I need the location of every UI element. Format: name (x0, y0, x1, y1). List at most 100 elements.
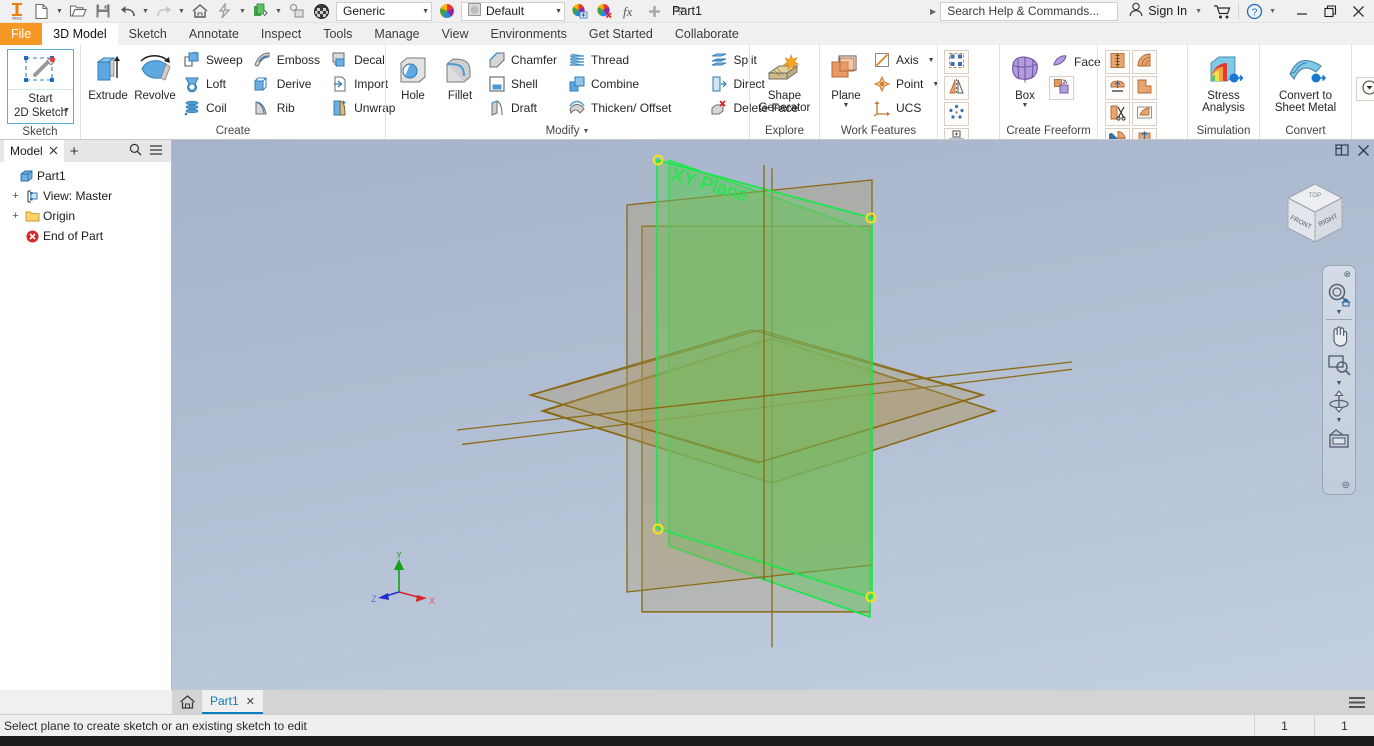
sign-in-dropdown-icon[interactable]: ▼ (1191, 8, 1210, 15)
tab-file[interactable]: File (0, 23, 43, 45)
surface-sculpt-button[interactable] (1132, 50, 1157, 74)
derive-button[interactable]: Derive (250, 72, 326, 96)
combine-button[interactable]: Combine (564, 72, 677, 96)
chamfer-button[interactable]: Chamfer (484, 48, 563, 72)
minimize-small-icon[interactable]: ⊜ (1342, 480, 1350, 491)
emboss-button[interactable]: Emboss (250, 48, 326, 72)
close-small-icon[interactable]: ⊗ (1343, 269, 1351, 280)
extrude-button[interactable]: Extrude (85, 48, 131, 105)
document-tabs-menu-button[interactable] (1348, 690, 1374, 714)
adjust-appearance-button[interactable] (567, 1, 592, 22)
view-cube[interactable]: FRONT RIGHT TOP (1278, 178, 1352, 252)
clear-appearance-button[interactable] (592, 1, 617, 22)
appearance-combo[interactable]: Default ▼ (461, 1, 565, 21)
close-icon[interactable]: ✕ (246, 695, 255, 708)
close-icon[interactable] (49, 144, 58, 158)
ucs-button[interactable]: UCS (869, 96, 945, 120)
tree-node-view-master[interactable]: + View: Master (4, 186, 171, 206)
revolve-button[interactable]: Revolve (132, 48, 178, 105)
open-file-button[interactable] (65, 1, 90, 22)
tab-inspect[interactable]: Inspect (250, 23, 312, 45)
freeform-convert-button[interactable] (1049, 76, 1074, 100)
zoom-dropdown-icon[interactable]: ▼ (1336, 308, 1343, 317)
draft-button[interactable]: Draft (484, 96, 563, 120)
restore-button[interactable] (1316, 0, 1344, 23)
convert-sheet-metal-button[interactable]: Convert to Sheet Metal (1263, 48, 1349, 116)
new-file-button[interactable] (29, 1, 54, 22)
tab-tools[interactable]: Tools (312, 23, 363, 45)
close-button[interactable] (1344, 0, 1372, 23)
sign-in-button[interactable]: Sign In (1124, 2, 1191, 20)
tab-annotate[interactable]: Annotate (178, 23, 250, 45)
tab-3d-model[interactable]: 3D Model (42, 23, 118, 45)
tab-collaborate[interactable]: Collaborate (664, 23, 750, 45)
new-file-dropdown-icon[interactable]: ▼ (54, 1, 65, 22)
surface-extend-button[interactable] (1132, 76, 1157, 100)
zoom-home-button[interactable] (1324, 281, 1354, 307)
rectangular-pattern-button[interactable] (944, 50, 969, 74)
panel-overflow-button[interactable] (1356, 77, 1374, 101)
home-tab-button[interactable] (172, 690, 202, 714)
graphics-viewport[interactable]: XY Plane Y X Z FRONT RIGHT TOP ⊗ ▼ ▼ ▼ ⊜ (172, 140, 1374, 690)
document-tab-part1[interactable]: Part1 ✕ (202, 690, 263, 714)
origin-planes-overlay[interactable]: XY Plane (172, 140, 1374, 682)
home-button[interactable] (187, 1, 212, 22)
surface-ruled-button[interactable] (1105, 128, 1130, 139)
help-button[interactable]: ? (1242, 1, 1267, 22)
undo-dropdown-icon[interactable]: ▼ (140, 1, 151, 22)
update-button[interactable] (248, 1, 273, 22)
update-dropdown-icon[interactable]: ▼ (273, 1, 284, 22)
chevron-down-icon[interactable]: ▼ (928, 57, 935, 64)
return-button[interactable] (212, 1, 237, 22)
sketch-driven-pattern-button[interactable] (944, 128, 969, 139)
select-priority-button[interactable] (284, 1, 309, 22)
tab-get-started[interactable]: Get Started (578, 23, 664, 45)
tab-environments[interactable]: Environments (479, 23, 577, 45)
material-combo[interactable]: Generic ▼ (336, 1, 432, 21)
freeform-box-button[interactable]: Box ▼ (1004, 48, 1046, 111)
add-browser-tab-button[interactable]: + (64, 144, 85, 159)
tab-sketch[interactable]: Sketch (118, 23, 178, 45)
mirror-button[interactable] (944, 76, 969, 100)
chevron-down-icon[interactable]: ▼ (1022, 102, 1029, 109)
surface-trim-button[interactable] (1105, 102, 1130, 126)
browser-tab-model[interactable]: Model (4, 140, 64, 162)
zoom-window-dropdown-icon[interactable]: ▼ (1336, 379, 1343, 388)
pan-hand-button[interactable] (1324, 322, 1354, 348)
surface-stitch-button[interactable] (1105, 50, 1130, 74)
tab-manage[interactable]: Manage (363, 23, 430, 45)
tab-view[interactable]: View (431, 23, 480, 45)
hole-button[interactable]: Hole (390, 48, 436, 105)
return-dropdown-icon[interactable]: ▼ (237, 1, 248, 22)
zoom-window-button[interactable] (1324, 352, 1354, 378)
coil-button[interactable]: Coil (179, 96, 249, 120)
search-input[interactable]: Search Help & Commands... (940, 1, 1119, 21)
undo-button[interactable] (115, 1, 140, 22)
orbit-button[interactable] (1324, 389, 1354, 415)
stress-analysis-button[interactable]: Stress Analysis (1191, 48, 1257, 116)
thicken-offset-button[interactable]: Thicken/ Offset (564, 96, 677, 120)
color-wheel-button[interactable] (434, 1, 459, 22)
save-button[interactable] (90, 1, 115, 22)
shape-generator-button[interactable]: Shape Generator (753, 48, 817, 116)
start-2d-sketch-button[interactable]: Start 2D Sketch ▼ (7, 49, 74, 124)
tree-node-part1[interactable]: Part1 (4, 166, 171, 186)
shell-button[interactable]: Shell (484, 72, 563, 96)
expand-icon[interactable]: + (10, 210, 21, 222)
chevron-down-icon[interactable]: ▼ (843, 102, 850, 109)
checker-sphere-button[interactable] (309, 1, 334, 22)
redo-dropdown-icon[interactable]: ▼ (176, 1, 187, 22)
look-at-button[interactable] (1324, 426, 1354, 452)
rib-button[interactable]: Rib (250, 96, 326, 120)
tree-node-origin[interactable]: + Origin (4, 206, 171, 226)
tree-node-end-of-part[interactable]: End of Part (4, 226, 171, 246)
work-point-button[interactable]: Point ▼ (869, 72, 945, 96)
search-icon[interactable] (129, 143, 142, 159)
sweep-button[interactable]: Sweep (179, 48, 249, 72)
chevron-down-icon[interactable]: ▼ (582, 128, 589, 135)
search-expand-icon[interactable]: ▶ (930, 7, 940, 16)
help-dropdown-icon[interactable]: ▼ (1267, 8, 1282, 15)
surface-boundary-patch-button[interactable] (1132, 128, 1157, 139)
orbit-dropdown-icon[interactable]: ▼ (1336, 416, 1343, 425)
minimize-button[interactable] (1288, 0, 1316, 23)
